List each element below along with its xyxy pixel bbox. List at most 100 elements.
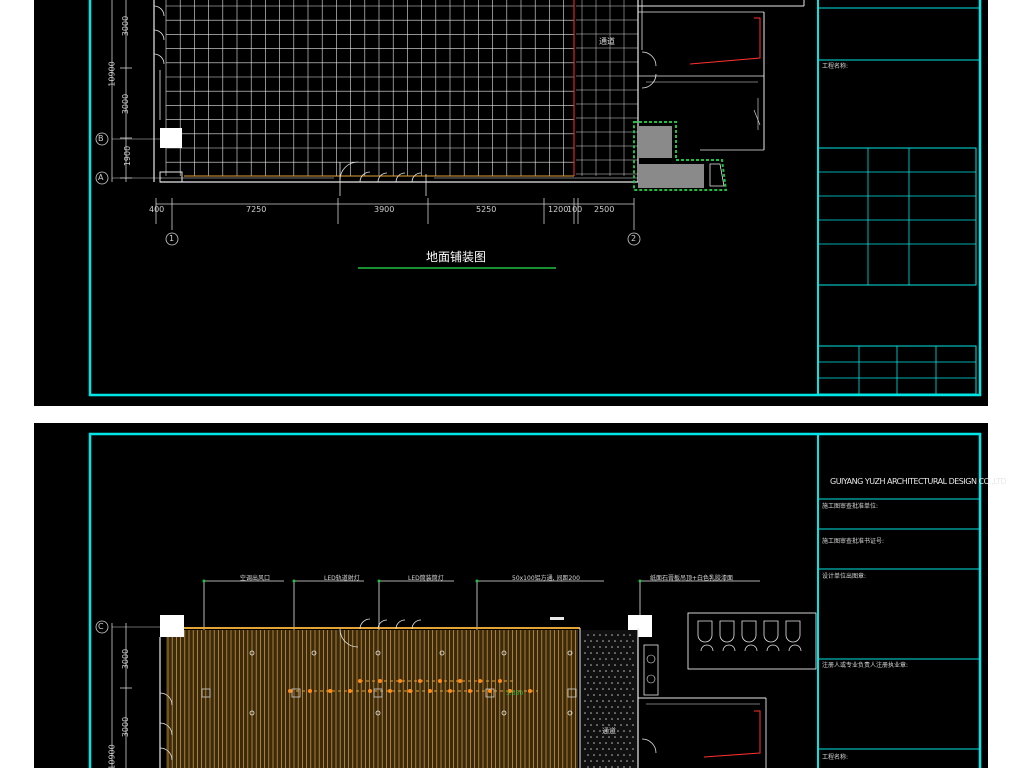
terrazzo-dot [602,664,604,666]
terrazzo-dot [608,724,610,726]
terrazzo-dot [623,682,625,684]
terrazzo-dot [620,640,622,642]
terrazzo-dot [608,664,610,666]
annotation-gypsum-ceiling: 纸面石膏板吊顶+白色乳胶漆面 [650,575,734,582]
project-name-label: 工程名称: [822,63,849,70]
terrazzo-dot [632,652,634,654]
terrazzo-dot [614,664,616,666]
terrazzo-dot [608,688,610,690]
terrazzo-dot [599,646,601,648]
urinal-fixture [741,620,757,643]
terrazzo-dot [602,736,604,738]
led-spotlight [378,679,382,683]
dim-vertical-total: 10900 [107,744,117,768]
led-spotlight [348,689,352,693]
terrazzo-dot [608,676,610,678]
terrazzo-dot [584,760,586,762]
terrazzo-dot [593,658,595,660]
led-spotlight [478,679,482,683]
terrazzo-dot [584,676,586,678]
terrazzo-dot [584,748,586,750]
terrazzo-dot [617,634,619,636]
terrazzo-dot [587,646,589,648]
urinal-fixture [785,620,801,643]
terrazzo-dot [596,724,598,726]
urinal-fixture [763,620,779,643]
terrazzo-dot [632,748,634,750]
dim-vertical-2: 3000 [121,93,131,115]
dim-vertical-total: 10900 [107,61,117,87]
terrazzo-dot [620,736,622,738]
stall-door [744,644,758,652]
terrazzo-dot [620,748,622,750]
terrazzo-dot [623,658,625,660]
terrazzo-dot [599,658,601,660]
terrazzo-dot [629,646,631,648]
terrazzo-dot [590,664,592,666]
led-spotlight [438,679,442,683]
terrazzo-dot [587,658,589,660]
terrazzo-dot [626,736,628,738]
led-spotlight [528,689,532,693]
terrazzo-dot [629,670,631,672]
led-spotlight [288,689,292,693]
terrazzo-dot [608,712,610,714]
terrazzo-dot [605,646,607,648]
dim-vertical-a: 3000 [121,648,131,670]
led-spotlight [368,689,372,693]
terrazzo-dot [632,712,634,714]
dim-vertical-b: 3000 [121,716,131,738]
stall-door [722,644,736,652]
terrazzo-dot [623,634,625,636]
terrazzo-dot [596,736,598,738]
terrazzo-dot [611,694,613,696]
terrazzo-dot [590,748,592,750]
terrazzo-dot [584,736,586,738]
terrazzo-dot [611,670,613,672]
terrazzo-dot [602,760,604,762]
terrazzo-dot [632,688,634,690]
led-spotlight [328,689,332,693]
terrazzo-dot [590,640,592,642]
dim-horizontal-4: 5250 [476,205,497,214]
title-block-row-2: 施工图审查批准书证号: [822,538,885,545]
dim-horizontal-2: 7250 [246,205,267,214]
terrazzo-dot [605,742,607,744]
terrazzo-dot [626,748,628,750]
terrazzo-dot [614,712,616,714]
terrazzo-dot [614,700,616,702]
terrazzo-dot [620,676,622,678]
terrazzo-dot [602,712,604,714]
led-spotlight [428,689,432,693]
terrazzo-dot [629,658,631,660]
terrazzo-dot [590,712,592,714]
terrazzo-dot [632,700,634,702]
urinal-fixture [697,620,713,643]
dim-horizontal-3: 3900 [374,205,395,214]
terrazzo-dot [584,652,586,654]
dim-horizontal-6: 100 [567,205,583,214]
terrazzo-dot [626,640,628,642]
corridor-label: 通道 [599,37,615,46]
terrazzo-dot [605,694,607,696]
led-spotlight [488,689,492,693]
terrazzo-dot [626,724,628,726]
stall-door [788,644,802,652]
terrazzo-dot [629,694,631,696]
terrazzo-dot [587,754,589,756]
terrazzo-dot [596,760,598,762]
terrazzo-dot [605,718,607,720]
terrazzo-dot [608,700,610,702]
terrazzo-dot [596,712,598,714]
terrazzo-dot [608,652,610,654]
led-spotlight [388,689,392,693]
terrazzo-dot [617,694,619,696]
terrazzo-dot [626,700,628,702]
terrazzo-dot [617,670,619,672]
level-mark: 3.550 [506,690,524,697]
dim-vertical-1: 3000 [121,15,131,37]
led-spotlight [458,679,462,683]
terrazzo-dot [632,664,634,666]
terrazzo-dot [623,742,625,744]
terrazzo-dot [587,634,589,636]
